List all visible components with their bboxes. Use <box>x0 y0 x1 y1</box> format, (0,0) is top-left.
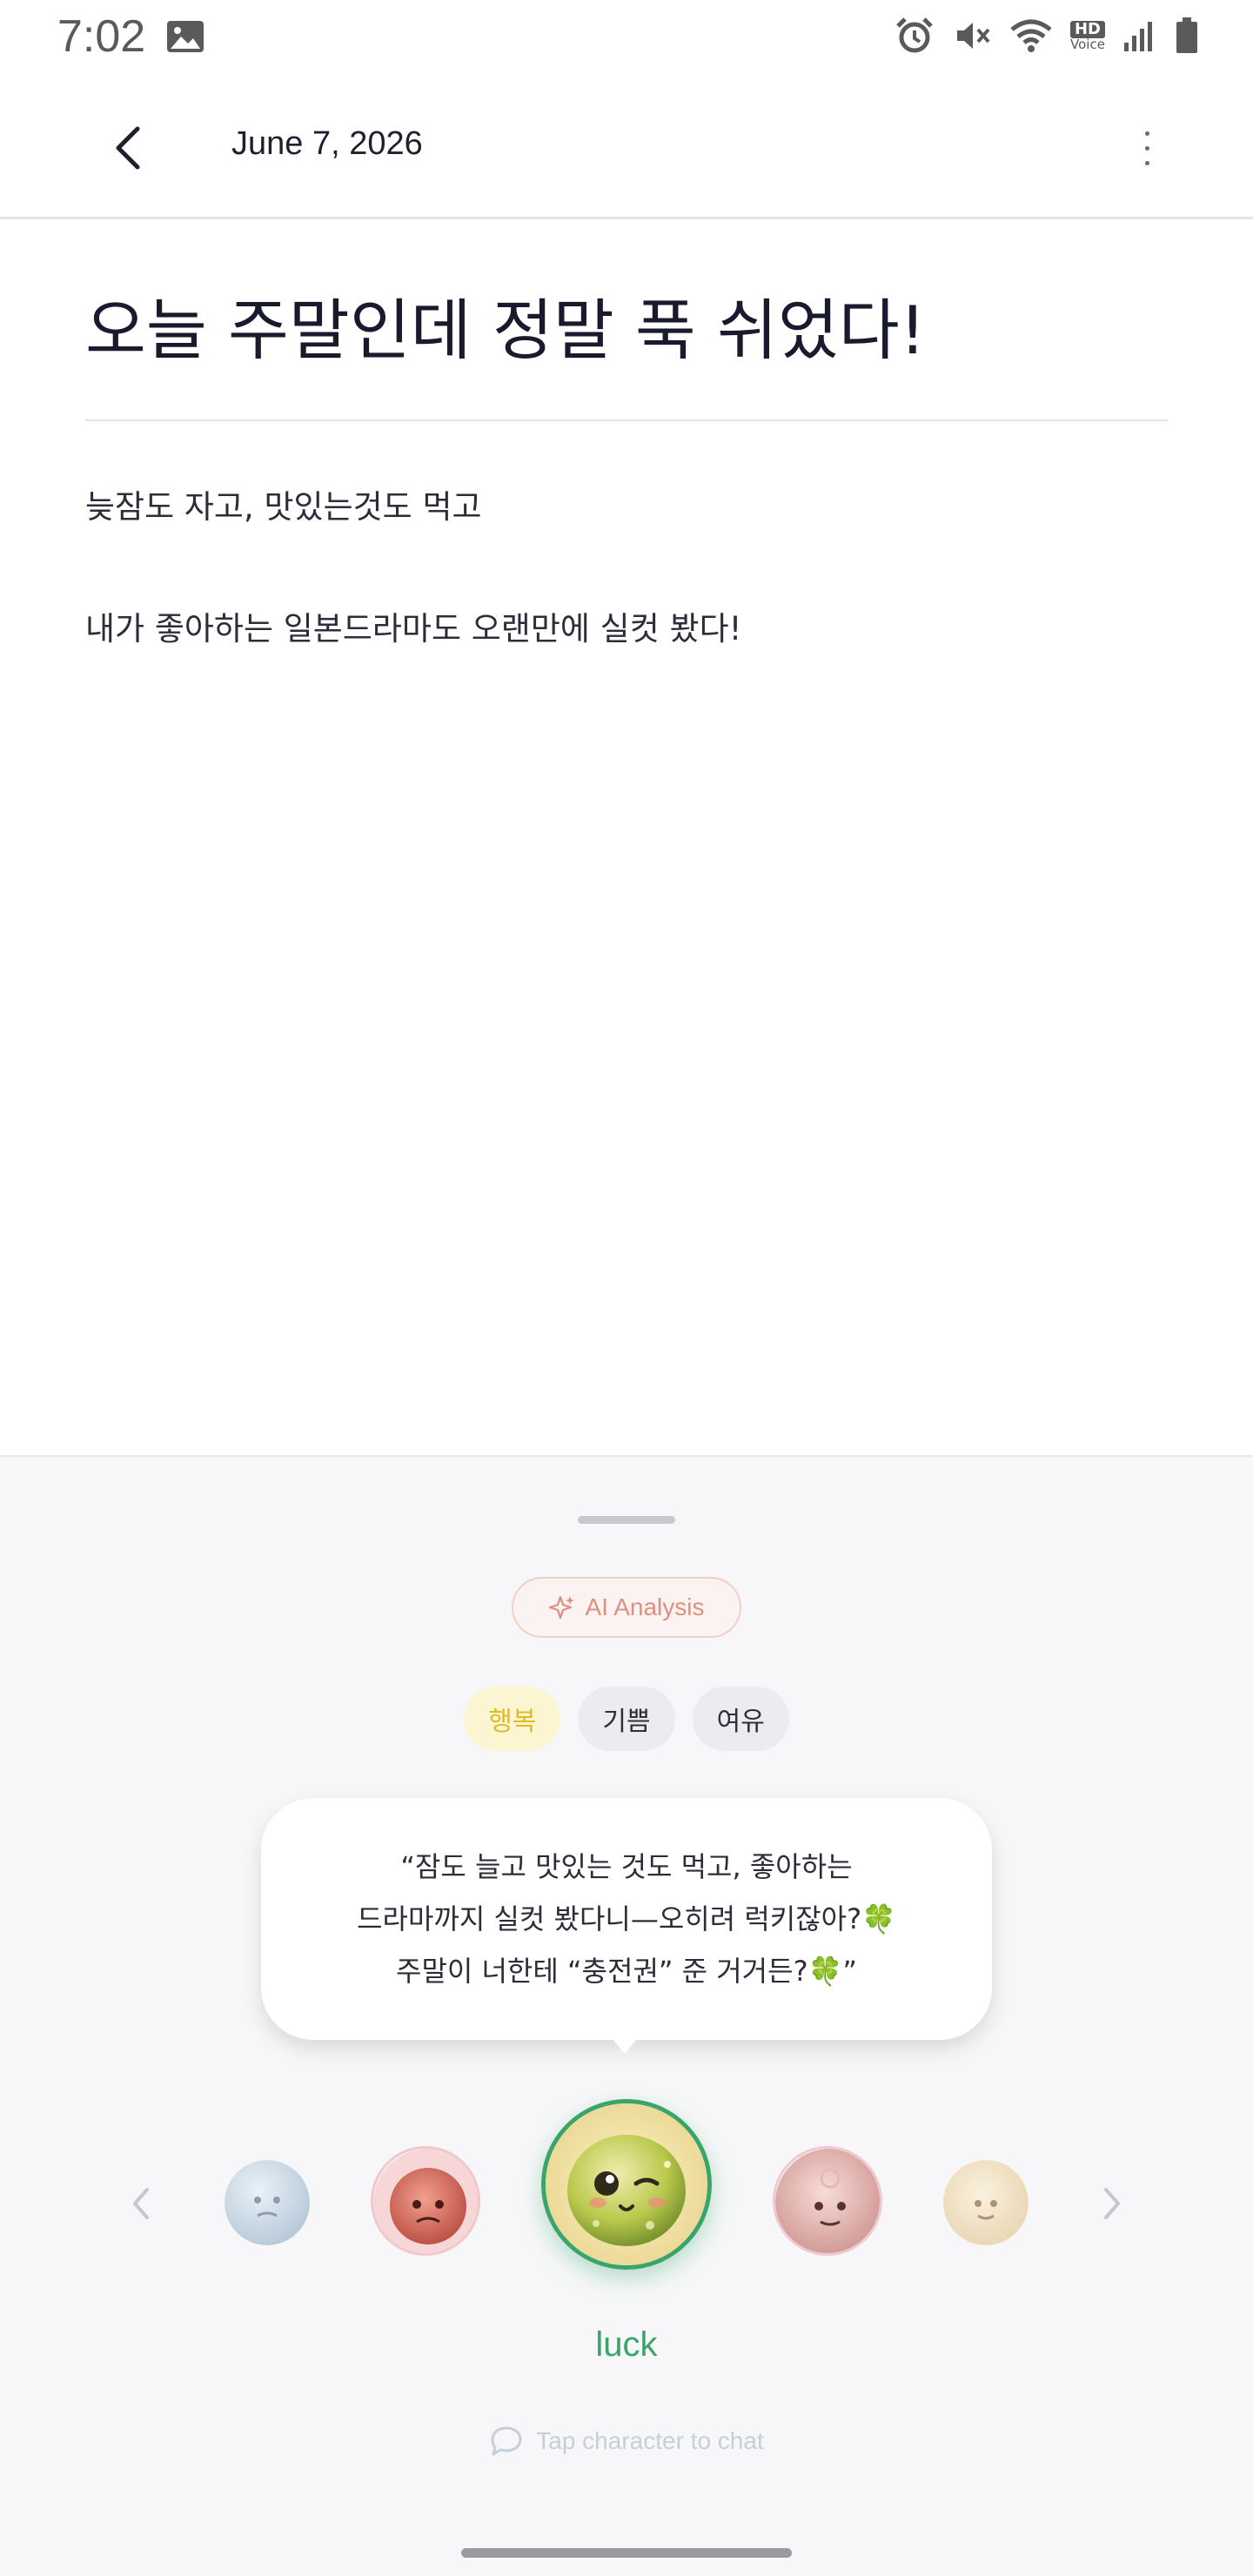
status-bar: 7:02 HD Voice <box>0 0 1253 77</box>
character-avatar-blue[interactable] <box>224 2160 310 2245</box>
entry-body-line: 늦잠도 자고, 맛있는것도 먹고 <box>85 488 482 526</box>
emotion-tag-leisure[interactable]: 여유 <box>692 1687 789 1751</box>
chevron-left-icon <box>116 126 140 170</box>
status-icons: HD Voice <box>895 16 1199 56</box>
hd-voice-icon: HD Voice <box>1069 20 1105 52</box>
hd-label: HD <box>1069 20 1105 38</box>
emotion-tag-happiness[interactable]: 행복 <box>464 1687 561 1751</box>
gallery-icon <box>165 19 205 54</box>
character-avatar-luck[interactable] <box>541 2099 712 2270</box>
chat-hint[interactable]: Tap character to chat <box>0 2425 1253 2458</box>
chevron-right-icon <box>1104 2188 1120 2219</box>
back-button[interactable] <box>96 115 162 181</box>
wifi-icon <box>1010 19 1052 52</box>
character-speech-bubble: “잠도 늘고 맛있는 것도 먹고, 좋아하는 드라마까지 실컷 봤다니—오히려 … <box>261 1798 992 2040</box>
entry-title: 오늘 주말인데 정말 푹 쉬었다! <box>85 292 927 369</box>
home-indicator[interactable] <box>461 2548 792 2558</box>
more-dot-icon <box>1144 145 1149 151</box>
app-bar: June 7, 2026 <box>0 77 1253 219</box>
diary-entry-screen: 7:02 HD Voice June 7, 2026 오늘 주말인데 정말 푹 … <box>0 0 1253 2576</box>
entry-body-line: 내가 좋아하는 일본드라마도 오랜만에 실컷 봤다! <box>85 610 742 647</box>
more-options-button[interactable] <box>1121 115 1173 181</box>
chat-hint-label: Tap character to chat <box>536 2427 764 2454</box>
character-avatar-red[interactable] <box>371 2146 480 2256</box>
emotion-tags: 행복 기쁨 여유 <box>0 1687 1253 1751</box>
carousel-next-button[interactable] <box>1088 2176 1136 2231</box>
chevron-left-icon <box>133 2188 149 2219</box>
character-carousel <box>0 2099 1253 2308</box>
ai-analysis-label: AI Analysis <box>585 1593 705 1620</box>
emotion-tag-joy[interactable]: 기쁨 <box>578 1687 675 1751</box>
carousel-prev-button[interactable] <box>117 2176 165 2231</box>
ai-analysis-sheet: AI Analysis 행복 기쁨 여유 “잠도 늘고 맛있는 것도 먹고, 좋… <box>0 1455 1253 2576</box>
alarm-icon <box>896 17 933 53</box>
speech-line: “잠도 늘고 맛있는 것도 먹고, 좋아하는 <box>400 1850 853 1883</box>
battery-icon <box>1176 17 1197 53</box>
speech-bubble-tail <box>609 2035 640 2054</box>
sparkle-icon <box>548 1595 574 1620</box>
character-avatar-pink[interactable] <box>773 2146 882 2256</box>
entry-date: June 7, 2026 <box>231 125 423 162</box>
signal-icon <box>1124 22 1152 51</box>
title-divider <box>85 419 1168 421</box>
sheet-drag-handle[interactable] <box>578 1516 675 1524</box>
mute-icon <box>956 23 990 49</box>
speech-line: 드라마까지 실컷 봤다니—오히려 럭키잖아?🍀 <box>357 1902 896 1935</box>
voice-label: Voice <box>1070 36 1105 52</box>
ai-analysis-button[interactable]: AI Analysis <box>512 1577 741 1638</box>
chat-bubble-icon <box>491 2426 522 2456</box>
speech-line: 주말이 너한테 “충전권” 준 거거든?🍀” <box>396 1955 857 1988</box>
more-dot-icon <box>1144 160 1149 165</box>
character-avatar-gold[interactable] <box>943 2160 1029 2245</box>
more-dot-icon <box>1144 131 1149 136</box>
character-name: luck <box>595 2325 658 2364</box>
status-time: 7:02 <box>57 11 146 62</box>
